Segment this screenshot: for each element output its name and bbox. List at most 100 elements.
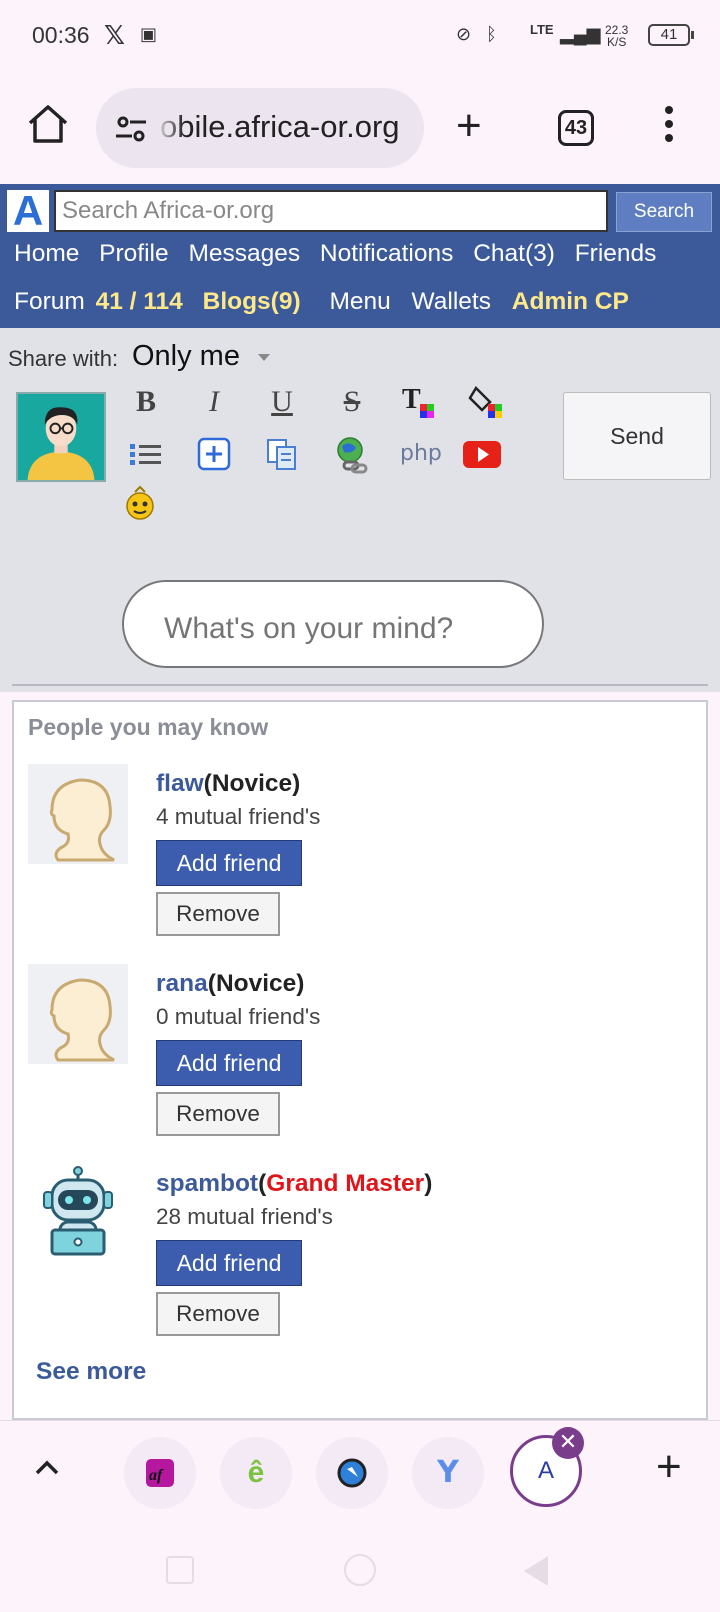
nav-admin-cp[interactable]: Admin CP (512, 288, 629, 315)
pymk-title: People you may know (28, 714, 269, 740)
bold-icon[interactable]: B (126, 382, 166, 422)
site-header: A Search Home Profile Messages Notificat… (0, 184, 720, 328)
italic-icon[interactable]: I (194, 382, 234, 422)
nav-notifications[interactable]: Notifications (320, 240, 453, 267)
nav-messages[interactable]: Messages (188, 240, 300, 267)
system-navigation (0, 1530, 720, 1612)
tab-favicon-4[interactable]: Y (412, 1437, 484, 1509)
insert-icon[interactable] (194, 434, 234, 474)
send-button[interactable]: Send (563, 392, 711, 480)
tab-favicon-3[interactable] (316, 1437, 388, 1509)
secondary-nav: Forum 41 / 114 Blogs(9) Menu Wallets Adm… (14, 288, 642, 316)
recents-icon[interactable] (166, 1556, 194, 1584)
fill-color-icon[interactable] (468, 382, 508, 422)
add-friend-button[interactable]: Add friend (156, 1040, 302, 1086)
mutual-friends: 0 mutual friend's (156, 1004, 321, 1029)
section-divider (12, 684, 708, 686)
list-item: rana(Novice) 0 mutual friend's Add frien… (14, 964, 704, 1164)
avatar[interactable] (28, 764, 128, 864)
text-color-icon[interactable]: T (400, 382, 440, 422)
site-settings-icon[interactable] (114, 112, 148, 146)
nav-friends[interactable]: Friends (575, 240, 657, 267)
network-type: LTE (530, 22, 554, 37)
list-item: spambot(Grand Master) 28 mutual friend's… (14, 1164, 704, 1364)
remove-button[interactable]: Remove (156, 1292, 280, 1336)
nav-profile[interactable]: Profile (99, 240, 168, 267)
site-logo[interactable]: A (7, 190, 49, 232)
php-icon[interactable]: php (400, 434, 442, 474)
home-nav-icon[interactable] (344, 1554, 376, 1586)
list-icon[interactable] (126, 434, 166, 474)
person-rank: Grand Master (266, 1170, 425, 1197)
svg-text:T: T (402, 384, 421, 415)
back-icon[interactable] (524, 1556, 548, 1586)
battery-icon: 41 (648, 24, 694, 46)
share-select[interactable]: Only me (132, 340, 240, 373)
close-icon[interactable]: ✕ (552, 1427, 584, 1459)
forum-count[interactable]: 41 / 114 (96, 288, 183, 315)
person-name: rana(Novice) (156, 970, 305, 997)
my-avatar[interactable] (16, 392, 106, 482)
people-you-may-know: People you may know flaw(Novice) 4 mutua… (12, 700, 708, 1420)
chevron-down-icon[interactable] (258, 354, 270, 361)
mutual-friends: 28 mutual friend's (156, 1204, 333, 1229)
add-friend-button[interactable]: Add friend (156, 840, 302, 886)
url-text[interactable]: obile.africa-or.org (160, 109, 400, 145)
link-icon[interactable] (332, 434, 372, 474)
svg-text:ɑf: ɑf (149, 1467, 164, 1484)
post-composer: Share with: Only me B I U S T php Send W… (0, 328, 720, 692)
tab-switcher-button[interactable]: 43 (558, 110, 594, 146)
address-bar[interactable]: obile.africa-or.org (96, 88, 424, 168)
robot-avatar[interactable] (28, 1164, 128, 1264)
person-name-link[interactable]: flaw (156, 770, 204, 797)
tab-strip: ɑf ê Y A ✕ + (0, 1420, 720, 1530)
nav-wallets[interactable]: Wallets (412, 288, 491, 315)
speed-unit: K/S (607, 35, 627, 49)
status-bar: 00:36 𝕏 ▣ ⊘ ᛒ LTE ▂▄▆ 22.3 K/S 41 (0, 0, 720, 72)
browser-toolbar: obile.africa-or.org + 43 (0, 72, 720, 184)
search-input[interactable] (54, 190, 608, 232)
signal-icon: ▂▄▆ (560, 24, 601, 44)
remove-button[interactable]: Remove (156, 892, 280, 936)
status-input[interactable] (122, 580, 544, 668)
more-menu-icon[interactable] (664, 106, 674, 146)
bluetooth-icon: ᛒ (486, 24, 497, 44)
youtube-icon[interactable] (462, 434, 502, 474)
mutual-friends: 4 mutual friend's (156, 804, 321, 829)
person-name-link[interactable]: rana (156, 970, 208, 997)
emoji-icon[interactable] (120, 484, 160, 524)
strikethrough-icon[interactable]: S (332, 382, 372, 422)
copy-icon[interactable] (262, 434, 302, 474)
person-name-link[interactable]: spambot (156, 1170, 258, 1197)
chevron-up-icon[interactable] (34, 1455, 60, 1481)
underline-icon[interactable]: U (262, 382, 302, 422)
person-rank: Novice (211, 770, 293, 797)
nav-blogs[interactable]: Blogs(9) (203, 288, 301, 315)
list-item: flaw(Novice) 4 mutual friend's Add frien… (14, 764, 704, 964)
new-tab-button[interactable]: + (456, 104, 482, 148)
url-fade (156, 88, 184, 168)
home-icon[interactable] (26, 102, 70, 146)
nav-home[interactable]: Home (14, 240, 79, 267)
tab-favicon-1[interactable]: ɑf (124, 1437, 196, 1509)
avatar[interactable] (28, 964, 128, 1064)
tab-favicon-2[interactable]: ê (220, 1437, 292, 1509)
search-button[interactable]: Search (616, 192, 712, 232)
person-rank: Novice (215, 970, 297, 997)
nav-forum[interactable]: Forum (14, 288, 85, 315)
remove-button[interactable]: Remove (156, 1092, 280, 1136)
clock: 00:36 (32, 22, 90, 48)
nav-menu[interactable]: Menu (329, 288, 390, 315)
person-name: spambot(Grand Master) (156, 1170, 433, 1197)
network-speed: 22.3 K/S (605, 24, 628, 48)
person-name: flaw(Novice) (156, 770, 301, 797)
new-tab-button[interactable]: + (656, 1445, 682, 1489)
add-friend-button[interactable]: Add friend (156, 1240, 302, 1286)
notification-icon: ▣ (140, 24, 158, 44)
see-more-link[interactable]: See more (36, 1358, 146, 1386)
dnd-icon: ⊘ (456, 24, 472, 44)
nav-chat[interactable]: Chat(3) (473, 240, 555, 267)
share-label: Share with: (8, 346, 119, 371)
network-indicator: LTE (530, 22, 554, 37)
main-nav: Home Profile Messages Notifications Chat… (14, 240, 669, 268)
